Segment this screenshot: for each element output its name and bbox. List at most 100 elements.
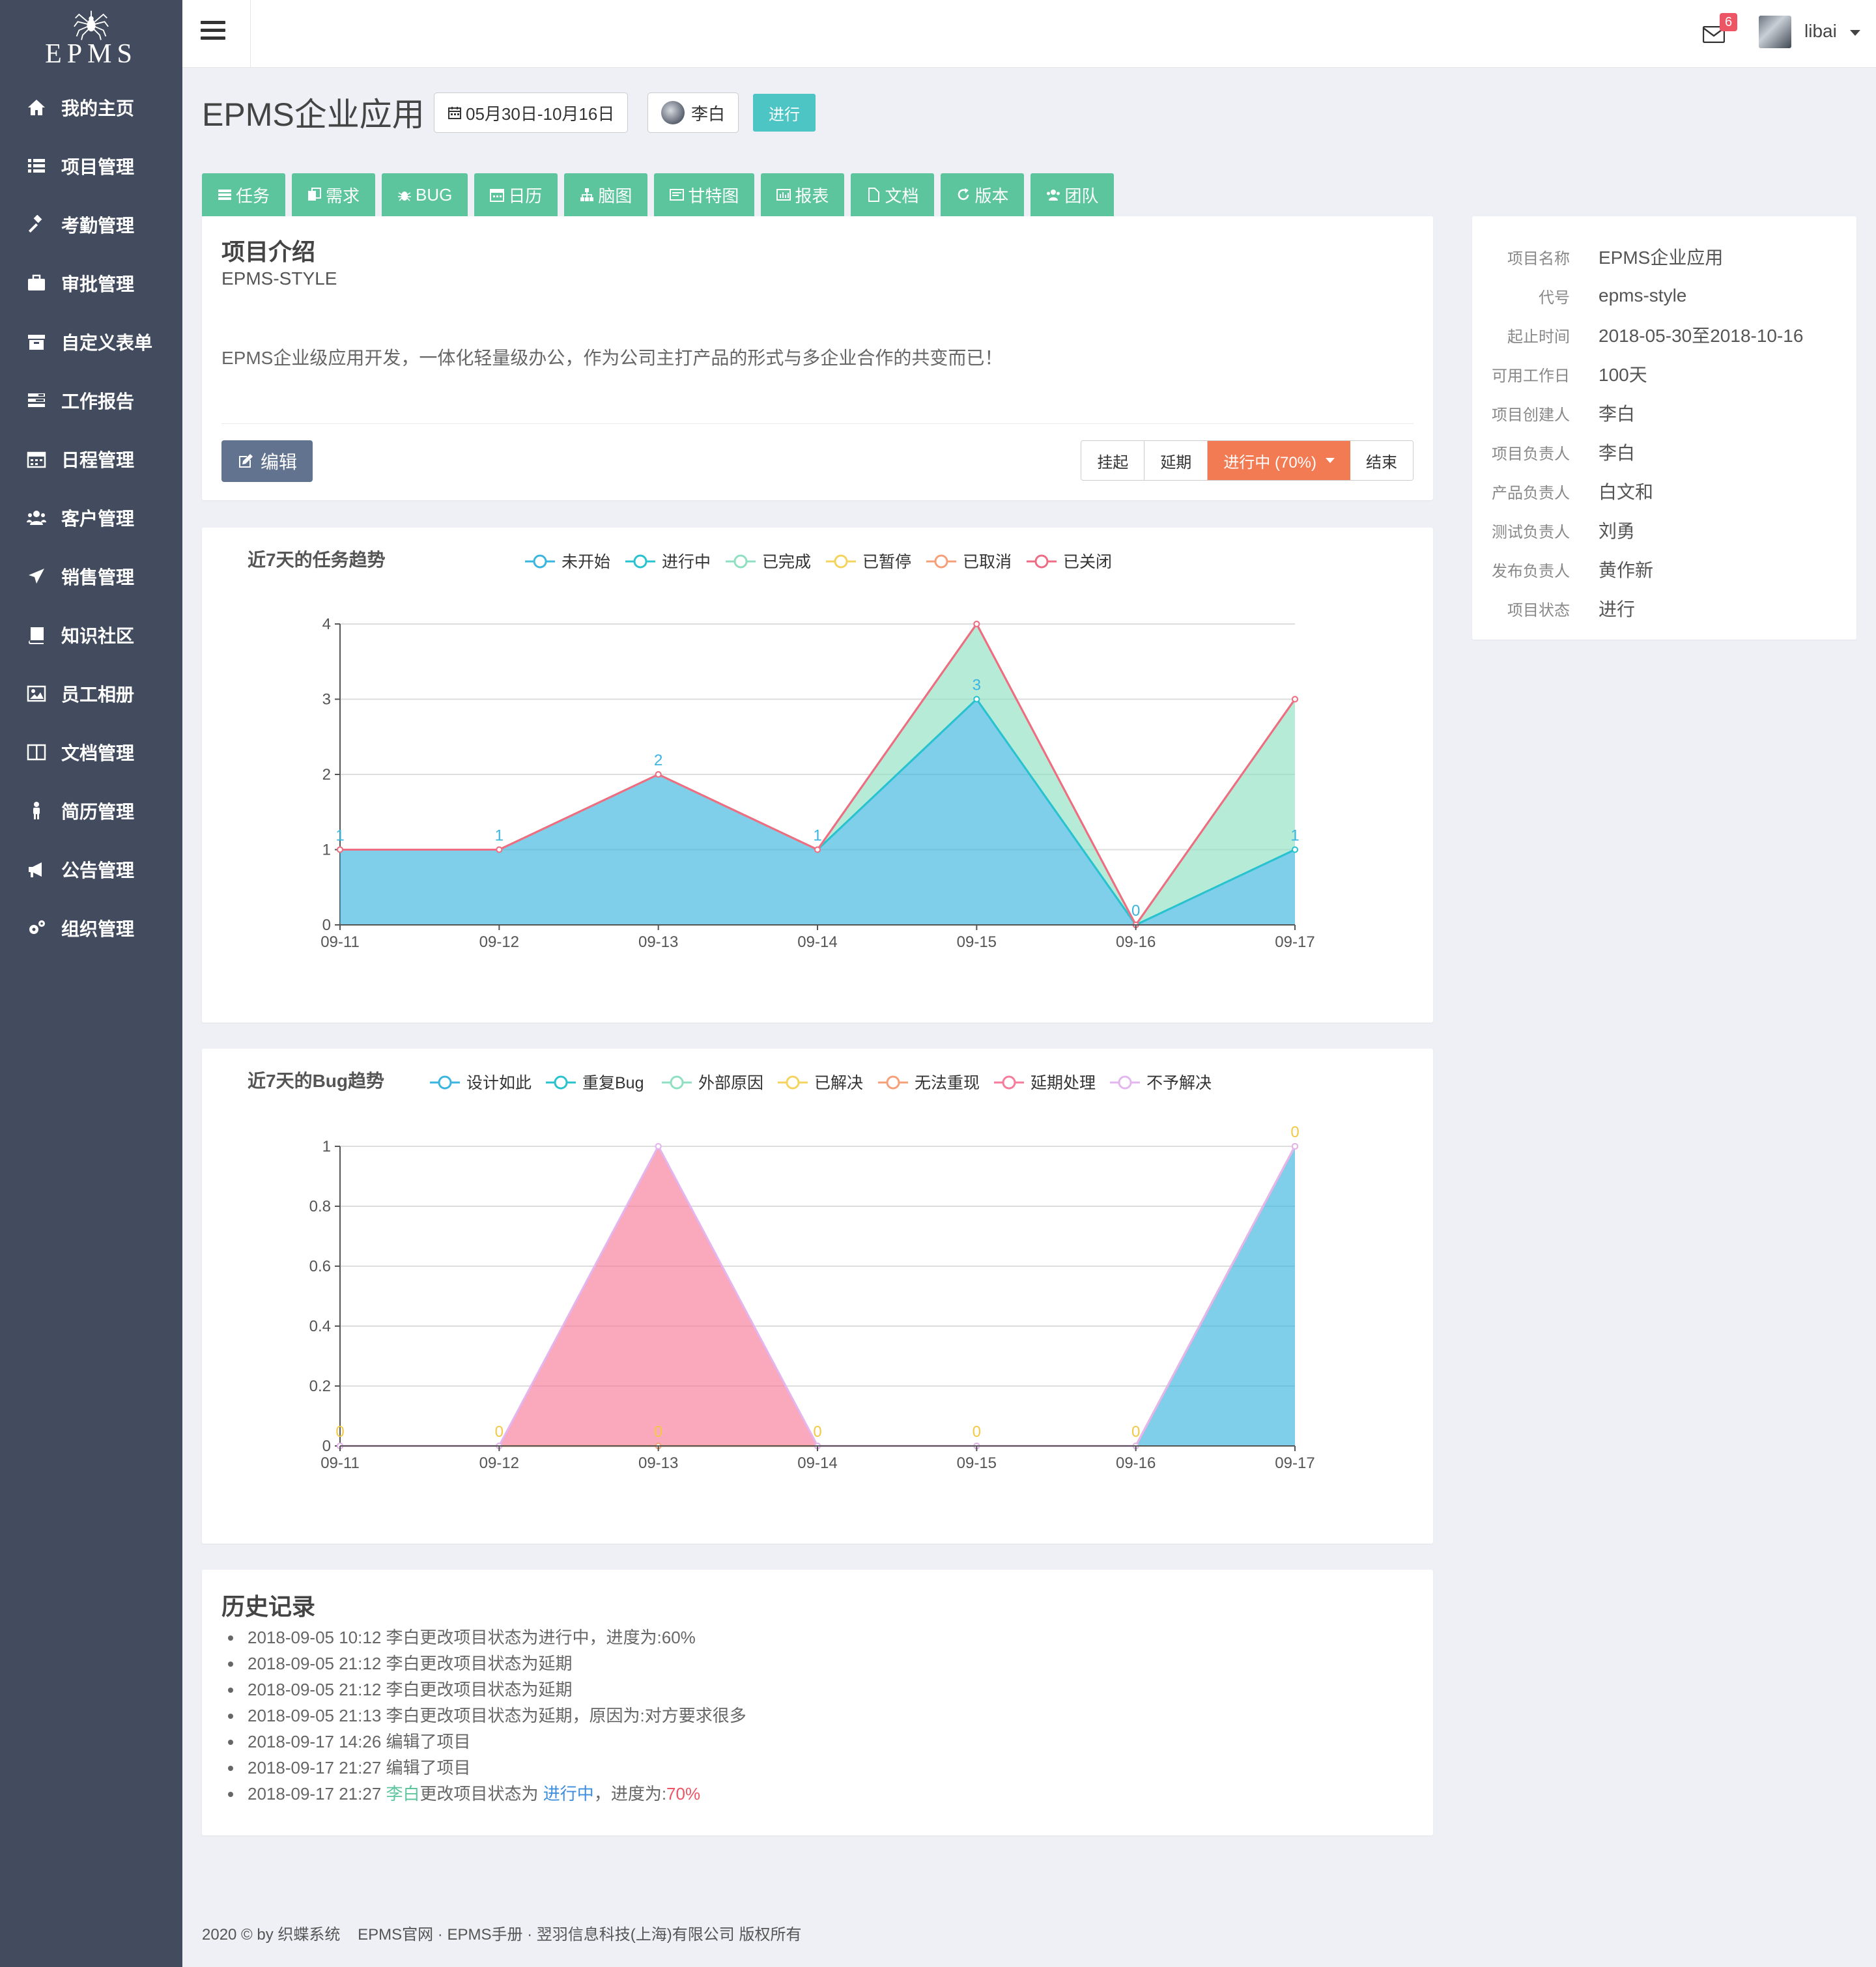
data-point bbox=[655, 1143, 662, 1150]
info-key: 项目名称 bbox=[1507, 249, 1570, 268]
x-tick-label: 09-14 bbox=[797, 933, 837, 951]
history-card: 历史记录 2018-09-05 10:12 李白更改项目状态为进行中，进度为:6… bbox=[202, 1570, 1433, 1835]
tab-7[interactable]: 文档 bbox=[851, 173, 935, 216]
task-chart-svg: 012341 12130109-11 09-12 09-13 09-14 09-15 09-… bbox=[320, 553, 1315, 951]
sidebar-item-3[interactable]: 审批管理 bbox=[0, 254, 182, 313]
bug-trend-chart: 近7天的Bug趋势 0 0.2 0.4 0.6 0.8 1 0 0 0 0 0 0 0 09-11 09-1… bbox=[202, 1049, 1433, 1544]
edit-label: 编辑 bbox=[261, 452, 298, 472]
series-line bbox=[340, 1146, 1296, 1447]
gavel-icon bbox=[26, 214, 47, 235]
caret-down-icon bbox=[1326, 458, 1335, 463]
info-value: 李白 bbox=[1599, 443, 1636, 463]
info-value: epms-style bbox=[1599, 285, 1687, 305]
info-key: 产品负责人 bbox=[1492, 484, 1570, 502]
username[interactable]: libai bbox=[1804, 21, 1837, 42]
sidebar-item-4[interactable]: 自定义表单 bbox=[0, 313, 182, 371]
tab-5[interactable]: 甘特图 bbox=[654, 173, 755, 216]
data-point bbox=[814, 846, 821, 853]
data-label: 1 bbox=[1290, 827, 1299, 845]
legend-marker bbox=[533, 554, 547, 569]
tab-4[interactable]: 脑图 bbox=[564, 173, 648, 216]
date-range-button[interactable]: 05月30日-10月16日 bbox=[434, 92, 629, 133]
info-key: 代号 bbox=[1539, 289, 1570, 307]
legend-label: 已完成 bbox=[762, 553, 811, 571]
sidebar-item-label: 项目管理 bbox=[61, 157, 135, 177]
edit-button[interactable]: 编辑 bbox=[221, 440, 313, 482]
sidebar-item-0[interactable]: 我的主页 bbox=[0, 78, 182, 137]
sidebar-item-7[interactable]: 客户管理 bbox=[0, 488, 182, 547]
users-icon bbox=[26, 507, 47, 528]
sidebar-item-12[interactable]: 简历管理 bbox=[0, 782, 182, 840]
tab-3[interactable]: 日历 bbox=[474, 173, 558, 216]
finish-button[interactable]: 结束 bbox=[1350, 441, 1413, 480]
tab-1[interactable]: 需求 bbox=[292, 173, 376, 216]
history-item: 2018-09-05 21:12 李白更改项目状态为延期 bbox=[228, 1677, 746, 1703]
history-item: 2018-09-17 21:27 编辑了项目 bbox=[228, 1755, 746, 1781]
footer: 2020 © by 织蝶系统 EPMS官网 · EPMS手册 · 翌羽信息科技(… bbox=[202, 1926, 802, 1944]
info-row: 可用工作日 100天 bbox=[1472, 354, 1856, 393]
in-progress-dropdown[interactable]: 进行中 (70%) bbox=[1208, 441, 1350, 480]
legend-label: 未开始 bbox=[561, 553, 610, 571]
sidebar-item-9[interactable]: 知识社区 bbox=[0, 606, 182, 664]
sidebar-item-11[interactable]: 文档管理 bbox=[0, 723, 182, 782]
x-tick-label: 09-15 bbox=[957, 933, 997, 951]
tab-0[interactable]: 任务 bbox=[202, 173, 286, 216]
y-tick-label: 0.8 bbox=[309, 1198, 331, 1215]
tab-8[interactable]: 版本 bbox=[941, 173, 1025, 216]
page-title: EPMS企业应用 bbox=[202, 96, 425, 133]
legend-marker bbox=[633, 554, 647, 569]
y-tick-label: 0.6 bbox=[309, 1258, 331, 1275]
sidebar-item-8[interactable]: 销售管理 bbox=[0, 547, 182, 606]
tab-label: 任务 bbox=[236, 186, 270, 206]
tasks-icon bbox=[26, 390, 47, 411]
sidebar-item-1[interactable]: 项目管理 bbox=[0, 137, 182, 195]
sidebar-item-10[interactable]: 员工相册 bbox=[0, 664, 182, 723]
tab-9[interactable]: 团队 bbox=[1030, 173, 1115, 216]
history-progress: 70% bbox=[666, 1784, 701, 1804]
suspend-button[interactable]: 挂起 bbox=[1081, 441, 1145, 480]
tab-label: 甘特图 bbox=[688, 186, 739, 206]
history-item: 2018-09-17 14:26 编辑了项目 bbox=[228, 1729, 746, 1755]
delay-button[interactable]: 延期 bbox=[1144, 441, 1208, 480]
data-label: 3 bbox=[973, 677, 981, 694]
sidebar: EPMS 我的主页项目管理考勤管理 审批管理 自定义表单 工作报告 日程管理 客户管理销售… bbox=[0, 0, 182, 1967]
tab-6[interactable]: 报表 bbox=[761, 173, 845, 216]
divider bbox=[221, 423, 1414, 424]
info-row: 项目创建人 李白 bbox=[1472, 393, 1856, 432]
sidebar-item-label: 简历管理 bbox=[61, 802, 135, 822]
legend-marker bbox=[786, 1075, 800, 1090]
plane-icon bbox=[26, 566, 47, 587]
legend-label: 已关闭 bbox=[1063, 553, 1112, 571]
history-user[interactable]: 李白 bbox=[386, 1784, 420, 1804]
sidebar-item-2[interactable]: 考勤管理 bbox=[0, 195, 182, 254]
project-code: EPMS-STYLE bbox=[221, 268, 337, 289]
sidebar-item-label: 员工相册 bbox=[61, 685, 135, 705]
series-line bbox=[340, 1146, 1296, 1447]
footer-link-manual[interactable]: EPMS手册 bbox=[447, 1926, 522, 1944]
tab-2[interactable]: BUG bbox=[382, 173, 468, 216]
footer-link-website[interactable]: EPMS官网 bbox=[358, 1926, 433, 1944]
data-label: 1 bbox=[335, 827, 344, 845]
sidebar-item-14[interactable]: 组织管理 bbox=[0, 899, 182, 957]
user-dropdown-caret-icon[interactable] bbox=[1850, 30, 1860, 36]
person-icon bbox=[26, 800, 47, 821]
logo[interactable]: EPMS bbox=[0, 0, 182, 78]
x-tick-label: 09-12 bbox=[479, 1454, 519, 1472]
sidebar-item-5[interactable]: 工作报告 bbox=[0, 371, 182, 430]
legend-marker bbox=[1118, 1075, 1132, 1090]
user-avatar[interactable] bbox=[1759, 16, 1791, 48]
y-tick-label: 0.2 bbox=[309, 1378, 331, 1395]
sidebar-item-label: 销售管理 bbox=[61, 567, 135, 587]
owner-button[interactable]: 李白 bbox=[647, 92, 739, 133]
y-tick-label: 0 bbox=[322, 916, 331, 934]
info-value: 李白 bbox=[1599, 404, 1636, 424]
file-icon bbox=[868, 188, 880, 202]
sidebar-item-13[interactable]: 公告管理 bbox=[0, 840, 182, 899]
sidebar-item-6[interactable]: 日程管理 bbox=[0, 430, 182, 488]
series-line bbox=[340, 1144, 1296, 1447]
legend-label: 重复Bug bbox=[582, 1074, 644, 1092]
project-description: EPMS企业级应用开发，一体化轻量级办公，作为公司主打产品的形式与多企业合作的共… bbox=[221, 348, 1003, 368]
x-tick-label: 09-17 bbox=[1275, 1454, 1315, 1472]
menu-toggle-icon[interactable] bbox=[201, 21, 225, 44]
logo-text: EPMS bbox=[45, 39, 137, 69]
